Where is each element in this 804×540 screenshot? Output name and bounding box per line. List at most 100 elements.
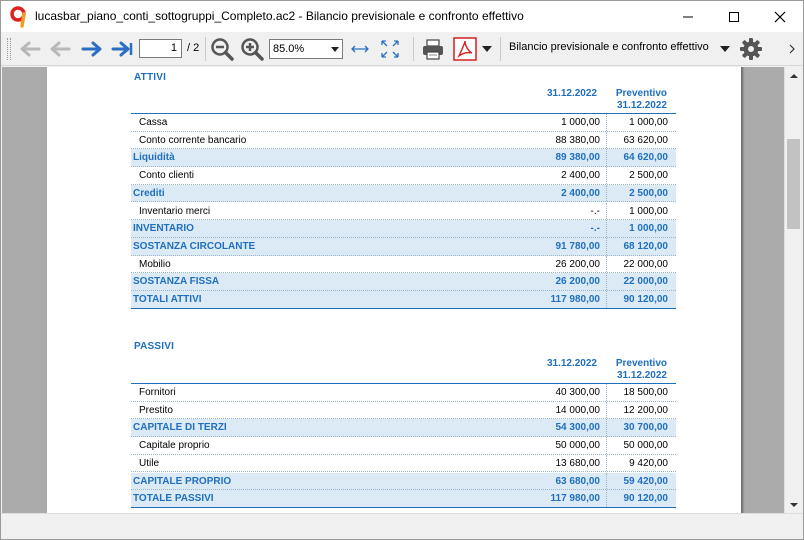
row-value-actual: 14 000,00 xyxy=(555,404,601,416)
maximize-icon xyxy=(729,11,739,22)
scrollbar-thumb[interactable] xyxy=(787,139,800,229)
last-page-button[interactable] xyxy=(109,36,135,62)
app-logo-icon xyxy=(9,6,29,28)
column-divider xyxy=(606,167,607,184)
export-pdf-button[interactable] xyxy=(451,36,479,62)
row-value-actual: 88 380,00 xyxy=(555,134,601,146)
attivi-col-actual: 31.12.2022 xyxy=(546,88,597,99)
row-value-budget: 90 120,00 xyxy=(623,493,669,505)
close-icon xyxy=(774,11,786,22)
row-value-actual: 50 000,00 xyxy=(555,440,601,452)
row-value-actual: 91 780,00 xyxy=(555,240,601,252)
report-select-value: Bilancio previsionale e confronto effett… xyxy=(509,41,709,53)
row-value-actual: 26 200,00 xyxy=(555,276,601,288)
row-label: TOTALI ATTIVI xyxy=(133,294,202,305)
last-page-icon xyxy=(111,41,133,57)
attivi-col-budget-label: Preventivo xyxy=(615,88,667,99)
subtotal-row: TOTALE PASSIVI 117 980,00 90 120,00 xyxy=(131,490,676,508)
row-value-actual: 1 000,00 xyxy=(561,117,600,128)
table-row: Cassa 1 000,00 1 000,00 xyxy=(131,114,676,132)
row-value-budget: 50 000,00 xyxy=(623,440,669,452)
report-select-dropdown[interactable] xyxy=(718,36,732,62)
row-label: Utile xyxy=(139,457,160,469)
subtotal-row: CAPITALE DI TERZI 54 300,00 30 700,00 xyxy=(131,419,676,438)
report-select[interactable]: Bilancio previsionale e confronto effett… xyxy=(509,41,709,53)
subtotal-row: TOTALI ATTIVI 117 980,00 90 120,00 xyxy=(131,291,676,309)
column-divider xyxy=(606,237,607,255)
pdf-options-button[interactable] xyxy=(481,36,493,62)
row-value-budget: 59 420,00 xyxy=(623,475,669,487)
row-label: Fornitori xyxy=(139,387,176,398)
title-bar: lucasbar_piano_conti_sottogruppi_Complet… xyxy=(1,1,803,32)
subtotal-row: SOSTANZA FISSA 26 200,00 22 000,00 xyxy=(131,273,676,291)
row-value-actual: -.- xyxy=(590,205,600,217)
settings-button[interactable] xyxy=(737,36,765,62)
next-page-button[interactable] xyxy=(79,36,105,62)
column-divider xyxy=(606,454,607,472)
fit-width-button[interactable] xyxy=(347,36,373,62)
column-divider xyxy=(606,490,607,507)
chevron-down-icon xyxy=(482,46,492,52)
passivi-col-actual: 31.12.2022 xyxy=(546,358,597,369)
row-value-actual: 26 200,00 xyxy=(555,258,601,270)
minimize-icon xyxy=(683,16,693,17)
maximize-button[interactable] xyxy=(711,1,757,32)
row-value-actual: 2 400,00 xyxy=(561,170,600,182)
row-label: SOSTANZA CIRCOLANTE xyxy=(133,240,256,252)
document-viewport[interactable]: ATTIVI 31.12.2022 Preventivo 31.12.2022 … xyxy=(2,67,784,513)
row-value-budget: 18 500,00 xyxy=(623,387,669,398)
toolbar-overflow-button[interactable] xyxy=(787,36,799,62)
page-number-input[interactable]: 1 xyxy=(139,39,182,58)
minimize-button[interactable] xyxy=(665,1,711,32)
table-row: Conto clienti 2 400,00 2 500,00 xyxy=(131,167,676,185)
row-label: Capitale proprio xyxy=(139,440,210,452)
vertical-scrollbar[interactable] xyxy=(784,67,802,513)
zoom-out-icon xyxy=(211,38,234,61)
table-row: Utile 13 680,00 9 420,00 xyxy=(131,454,676,473)
row-value-budget: 12 200,00 xyxy=(623,404,669,416)
row-value-budget: 1 000,00 xyxy=(629,205,668,217)
column-divider xyxy=(606,384,607,401)
row-value-budget: 68 120,00 xyxy=(623,240,669,252)
zoom-in-button[interactable] xyxy=(239,36,265,62)
zoom-select[interactable]: 85.0% xyxy=(269,39,343,59)
subtotal-row: SOSTANZA CIRCOLANTE 91 780,00 68 120,00 xyxy=(131,237,676,256)
row-value-actual: 117 980,00 xyxy=(550,493,601,505)
row-value-actual: 117 980,00 xyxy=(550,294,601,305)
row-value-actual: 54 300,00 xyxy=(555,422,601,434)
column-divider xyxy=(606,149,607,167)
column-divider xyxy=(606,220,607,237)
row-value-actual: 13 680,00 xyxy=(555,457,601,469)
row-label: INVENTARIO xyxy=(133,223,194,235)
row-label: Prestito xyxy=(139,404,173,416)
row-label: SOSTANZA FISSA xyxy=(133,276,220,288)
scroll-down-button[interactable] xyxy=(785,496,802,513)
close-button[interactable] xyxy=(757,1,803,32)
passivi-title: PASSIVI xyxy=(134,341,175,352)
toolbar-grip[interactable] xyxy=(7,38,11,60)
report-page: ATTIVI 31.12.2022 Preventivo 31.12.2022 … xyxy=(47,67,741,513)
print-button[interactable] xyxy=(419,36,447,62)
page-total-label: / 2 xyxy=(187,42,200,54)
attivi-col-budget-date: 31.12.2022 xyxy=(616,100,667,111)
back-button[interactable] xyxy=(17,36,43,62)
row-value-budget: 1 000,00 xyxy=(629,223,668,235)
row-label: Mobilio xyxy=(139,258,171,270)
previous-page-button[interactable] xyxy=(47,36,73,62)
column-divider xyxy=(606,472,607,490)
row-value-budget: 90 120,00 xyxy=(623,294,669,305)
row-value-budget: 22 000,00 xyxy=(623,258,669,270)
column-divider xyxy=(606,255,607,273)
row-value-budget: 22 000,00 xyxy=(623,276,669,288)
column-divider xyxy=(606,437,607,454)
scroll-up-button[interactable] xyxy=(785,67,802,84)
row-value-actual: 89 380,00 xyxy=(555,152,601,164)
fit-page-button[interactable] xyxy=(377,36,403,62)
zoom-out-button[interactable] xyxy=(209,36,235,62)
row-label: CAPITALE DI TERZI xyxy=(133,422,227,434)
app-window: lucasbar_piano_conti_sottogruppi_Complet… xyxy=(0,0,804,540)
row-value-actual: 40 300,00 xyxy=(555,387,601,398)
arrow-up-icon xyxy=(789,73,798,78)
row-label: Cassa xyxy=(139,117,168,128)
column-divider xyxy=(606,401,607,419)
